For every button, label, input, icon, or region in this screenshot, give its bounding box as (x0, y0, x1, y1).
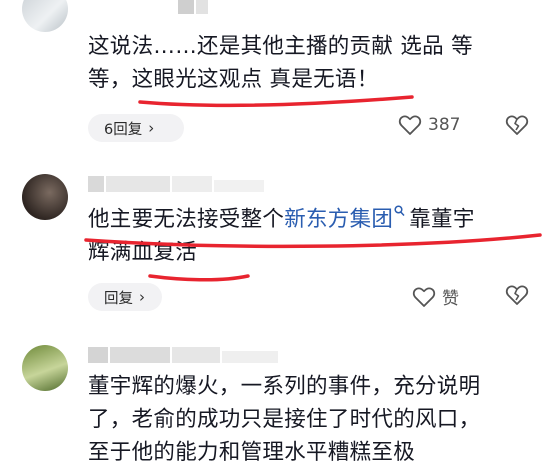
avatar-3[interactable] (22, 345, 68, 391)
new-oriental-link[interactable]: 新东方集团 (284, 205, 405, 232)
avatar-2[interactable] (22, 174, 68, 220)
username-2-pixelated-b (106, 176, 170, 192)
comment-3-text: 董宇辉的爆火，一系列的事件，充分说明 了，老俞的成功只是接住了时代的风口， 至于… (88, 370, 548, 469)
like-button-2[interactable]: 赞 (412, 284, 459, 309)
comment-3-line-3: 至于他的能力和管理水平糟糕至极 (88, 440, 416, 465)
comment-1-text: 这说法……还是其他主播的贡献 选品 等 等，这眼光这观点 真是无语！ (88, 30, 528, 96)
chevron-right-icon: › (139, 288, 145, 306)
username-3-pixelated-d (222, 351, 278, 363)
comment-2-text: 他主要无法接受整个新东方集团 靠董宇 辉满血复活 (88, 203, 538, 269)
reply-label-1: 6回复 (104, 121, 143, 138)
search-icon (394, 205, 405, 216)
comment-1-line-1: 这说法……还是其他主播的贡献 选品 等 (88, 34, 473, 59)
like-button-1[interactable]: 387 (398, 114, 460, 136)
username-3-pixelated-c (172, 347, 220, 363)
comment-2-line-1: 他主要无法接受整个新东方集团 靠董宇 (88, 203, 538, 236)
heart-outline-icon (412, 286, 436, 307)
reply-button-1[interactable]: 6回复 › (88, 114, 184, 142)
dislike-button-1[interactable] (505, 114, 529, 136)
username-3-pixelated-b (110, 347, 170, 363)
like-label-2: 赞 (442, 289, 459, 309)
heart-outline-icon (398, 115, 422, 135)
comment-1-line-2: 等，这眼光这观点 真是无语！ (88, 67, 379, 92)
avatar-1[interactable] (22, 0, 68, 32)
username-1-pixelated[interactable] (178, 0, 194, 14)
username-2-pixelated-d (214, 180, 264, 192)
broken-heart-icon (505, 115, 529, 135)
comment-3-line-2: 了，老俞的成功只是接住了时代的风口， (88, 407, 481, 432)
comment-3-line-1: 董宇辉的爆火，一系列的事件，充分说明 (88, 374, 481, 399)
username-2-pixelated-c (172, 176, 212, 192)
broken-heart-icon (505, 285, 529, 305)
chevron-right-icon: › (148, 119, 155, 137)
reply-label-2: 回复 (104, 290, 133, 307)
like-count-1: 387 (428, 115, 461, 135)
reply-button-2[interactable]: 回复 › (88, 283, 162, 311)
dislike-button-2[interactable] (505, 284, 529, 306)
username-3-pixelated[interactable] (88, 347, 108, 363)
username-2-pixelated[interactable] (88, 176, 104, 192)
username-1-pixelated-b (196, 0, 208, 14)
comment-2-line-2: 辉满血复活 (88, 240, 198, 265)
